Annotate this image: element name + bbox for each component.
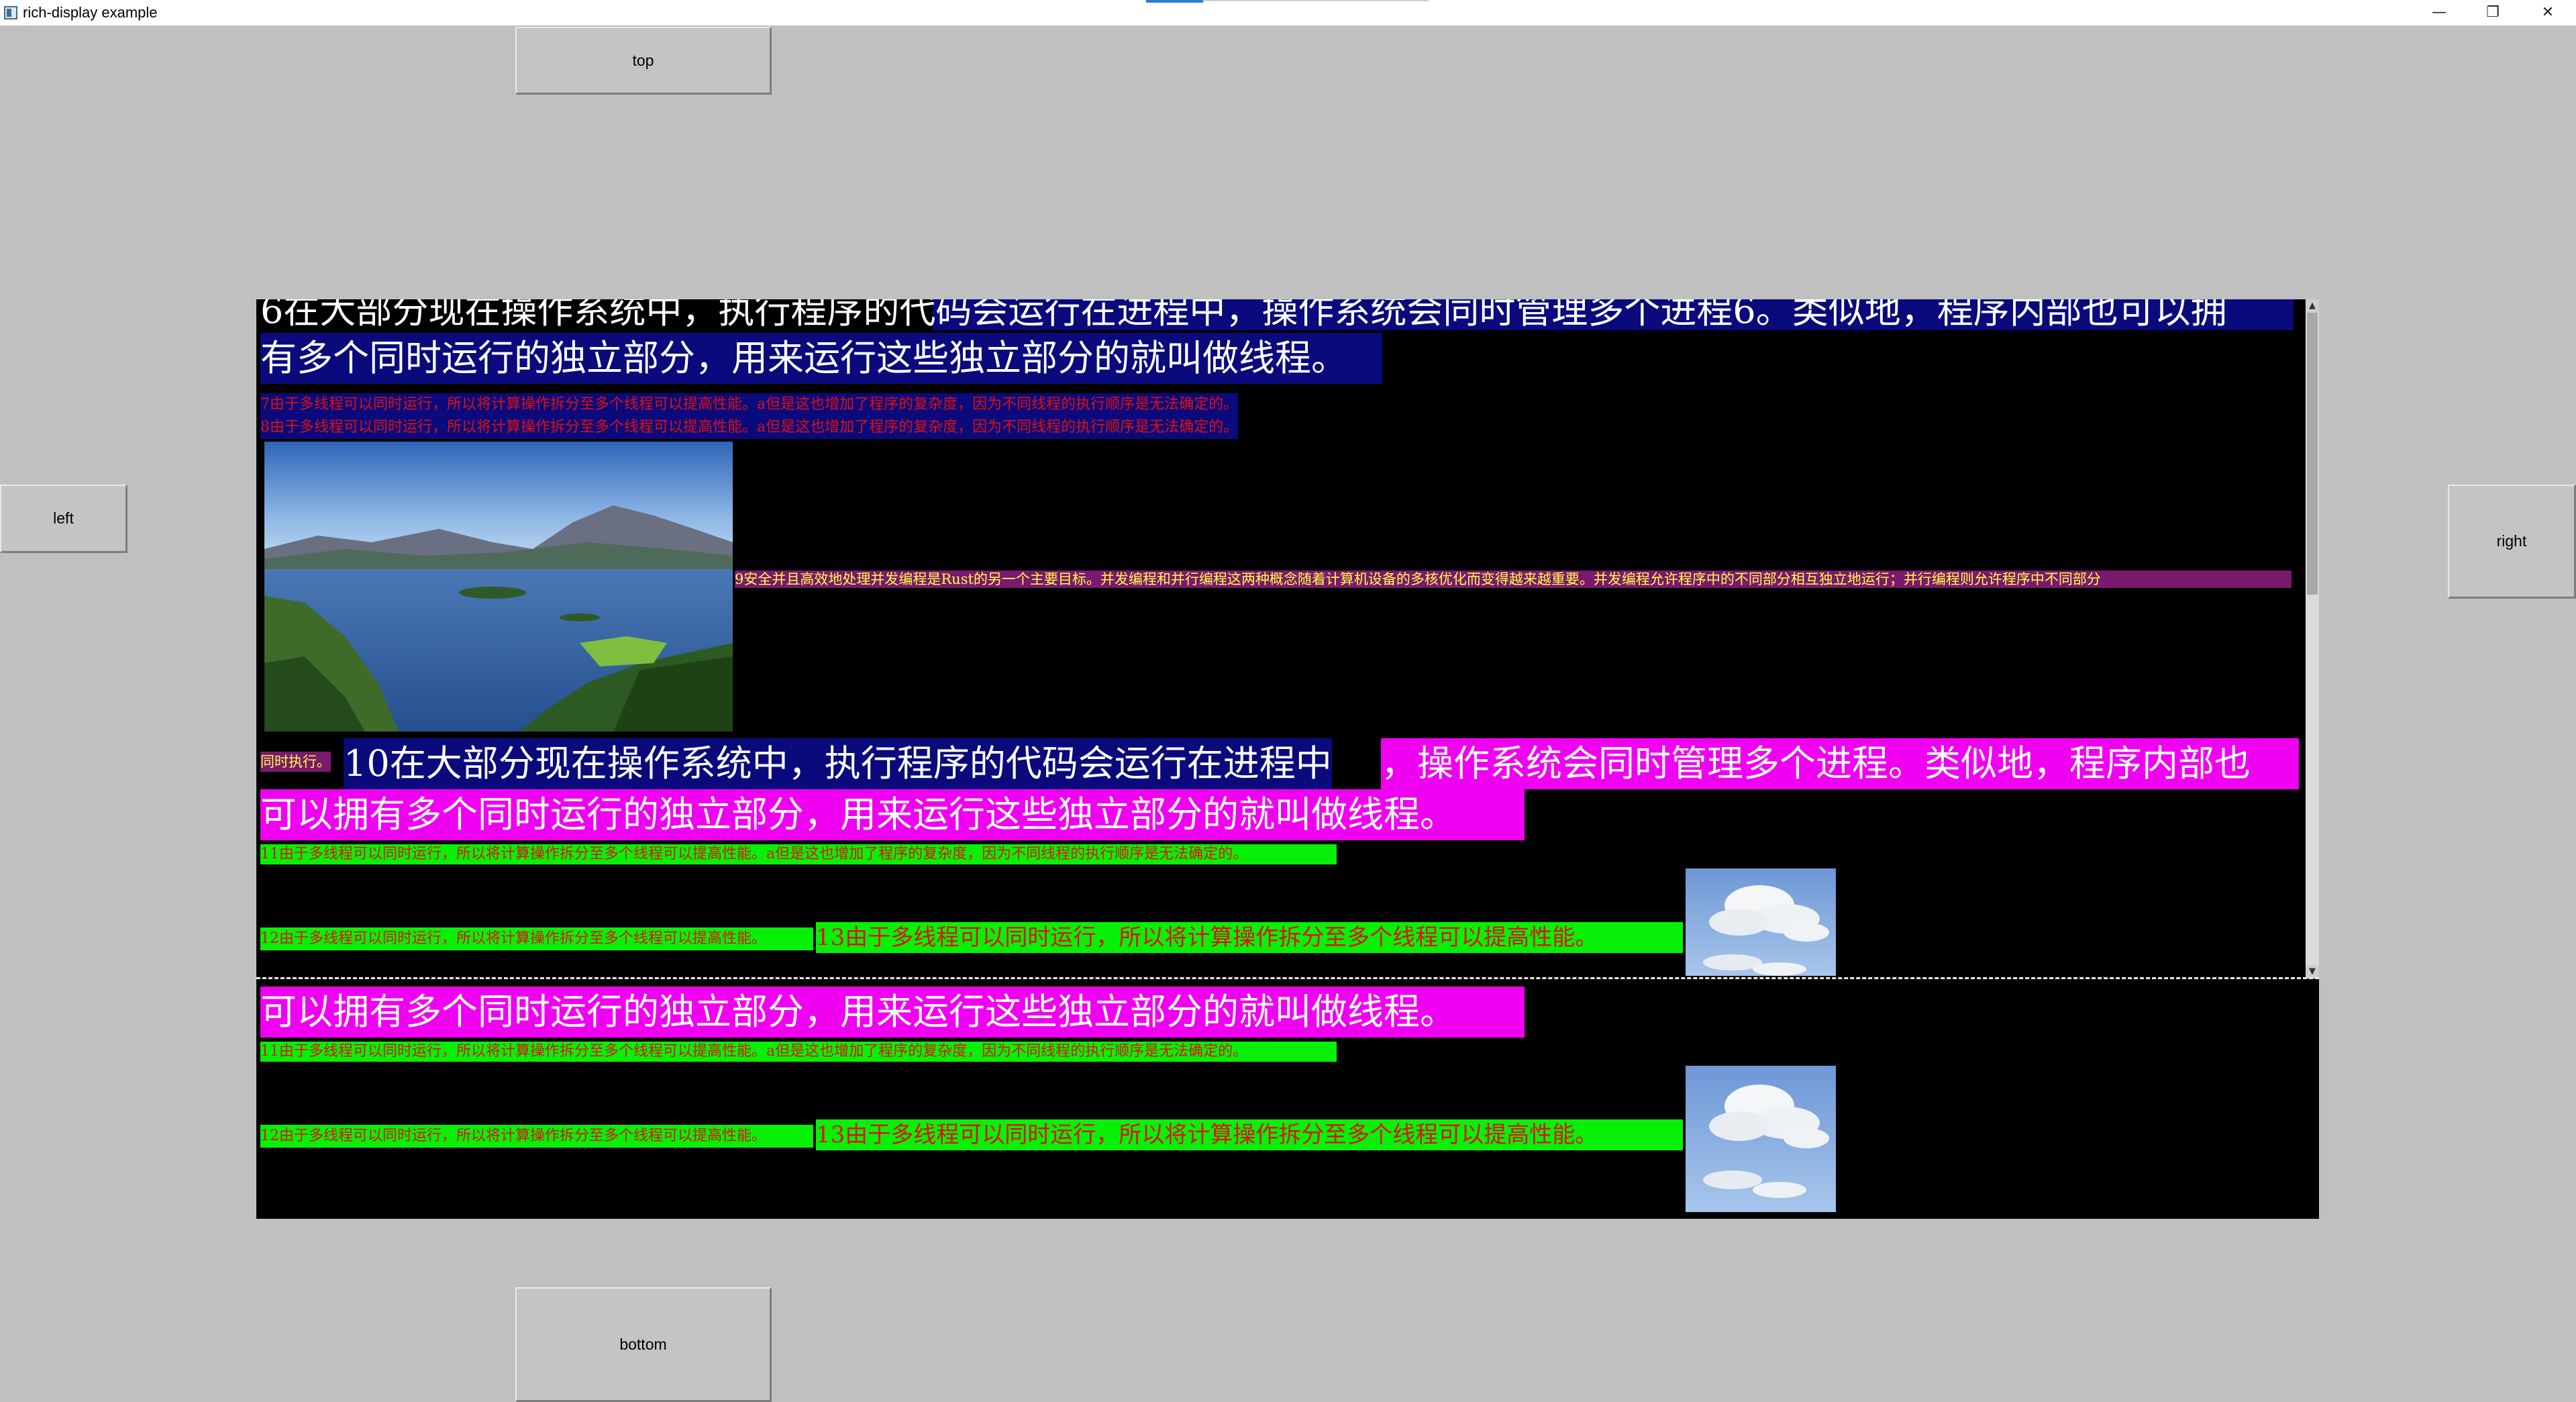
- minimize-icon[interactable]: —: [2416, 0, 2463, 26]
- line-13: 13由于多线程可以同时运行，所以将计算操作拆分至多个线程可以提高性能。: [816, 922, 1683, 953]
- line-9: 9安全并且高效地处理并发编程是Rust的另一个主要目标。并发编程和并行编程这两种…: [735, 570, 2291, 588]
- top-button[interactable]: top: [515, 27, 772, 95]
- line-6a: 6在大部分现在操作系统中，执行程序的代码会运行在进程中，操作系统会同时管理多个进…: [260, 299, 2294, 330]
- scroll-up-icon[interactable]: ▲: [2306, 299, 2319, 313]
- line-6b: 有多个同时运行的独立部分，用来运行这些独立部分的就叫做线程。: [260, 333, 1382, 384]
- app-icon: [4, 6, 17, 19]
- clouds-image-repeat: [1686, 1066, 1836, 1212]
- title-bar: [0, 0, 2576, 26]
- scrollbar-thumb[interactable]: [2307, 313, 2318, 595]
- line-7: 7由于多线程可以同时运行，所以将计算操作拆分至多个线程可以提高性能。a但是这也增…: [260, 393, 1239, 416]
- line-11-repeat: 11由于多线程可以同时运行，所以将计算操作拆分至多个线程可以提高性能。a但是这也…: [260, 1042, 1337, 1062]
- bottom-button[interactable]: bottom: [515, 1287, 772, 1402]
- scroll-down-icon[interactable]: ▼: [2306, 965, 2319, 979]
- title-accent-bar: [1146, 0, 1203, 3]
- right-button[interactable]: right: [2448, 485, 2576, 599]
- close-icon[interactable]: ✕: [2524, 0, 2571, 26]
- line-10-magenta: ，操作系统会同时管理多个进程。类似地，程序内部也: [1381, 738, 2299, 789]
- line-11: 11由于多线程可以同时运行，所以将计算操作拆分至多个线程可以提高性能。a但是这也…: [260, 844, 1337, 864]
- line-10-navy: 10在大部分现在操作系统中，执行程序的代码会运行在进程中: [344, 738, 1332, 789]
- rich-display-panel[interactable]: 6在大部分现在操作系统中，执行程序的代码会运行在进程中，操作系统会同时管理多个进…: [256, 299, 2319, 1219]
- clouds-image: [1686, 868, 1836, 976]
- split-divider[interactable]: [256, 977, 2319, 980]
- line-12-repeat: 12由于多线程可以同时运行，所以将计算操作拆分至多个线程可以提高性能。: [260, 1125, 813, 1148]
- line-13-repeat: 13由于多线程可以同时运行，所以将计算操作拆分至多个线程可以提高性能。: [816, 1119, 1683, 1150]
- line-12: 12由于多线程可以同时运行，所以将计算操作拆分至多个线程可以提高性能。: [260, 928, 813, 950]
- line-10b: 可以拥有多个同时运行的独立部分，用来运行这些独立部分的就叫做线程。: [260, 789, 1525, 840]
- line-10-small: 同时执行。: [260, 752, 331, 772]
- title-tab-strip: [1203, 0, 1429, 1]
- line-10b-repeat: 可以拥有多个同时运行的独立部分，用来运行这些独立部分的就叫做线程。: [260, 987, 1525, 1038]
- lake-landscape-image: [264, 442, 733, 732]
- window-title: rich-display example: [23, 4, 158, 21]
- left-button[interactable]: left: [0, 485, 127, 553]
- line-8: 8由于多线程可以同时运行，所以将计算操作拆分至多个线程可以提高性能。a但是这也增…: [260, 416, 1239, 439]
- restore-icon[interactable]: ❐: [2469, 0, 2516, 26]
